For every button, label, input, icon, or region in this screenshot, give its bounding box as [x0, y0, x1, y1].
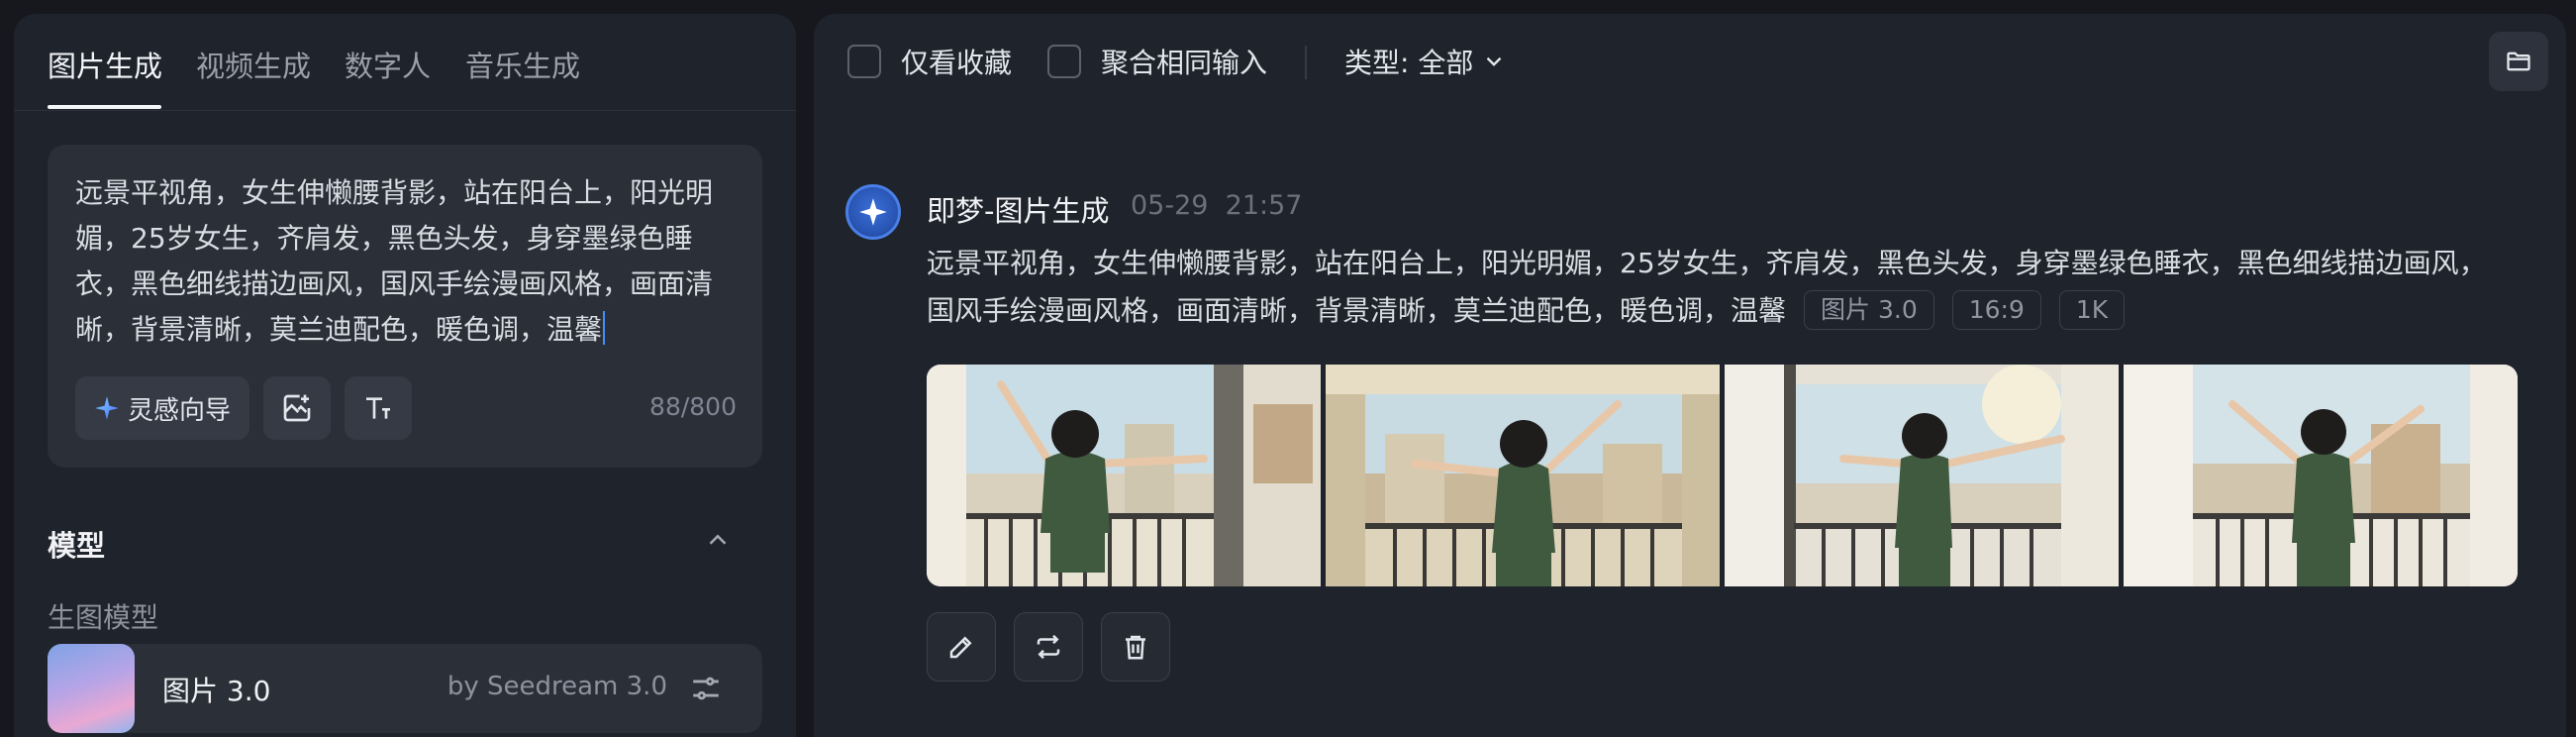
model-provider: by Seedream 3.0 — [446, 672, 667, 701]
generation-prompt-text: 远景平视角，女生伸懒腰背影，站在阳台上，阳光明媚，25岁女生，齐肩发，黑色头发，… — [927, 247, 2487, 327]
girl-balcony-illustration — [927, 365, 1321, 586]
character-count: 88/800 — [649, 392, 737, 421]
edit-button[interactable] — [927, 612, 996, 682]
chevron-down-icon — [1487, 56, 1502, 66]
girl-balcony-illustration — [2124, 365, 2518, 586]
repeat-icon — [1037, 634, 1060, 660]
jimeng-avatar — [845, 184, 901, 240]
generated-image-2[interactable] — [1326, 365, 1720, 586]
left-panel: 图片生成 视频生成 数字人 音乐生成 远景平视角，女生伸懒腰背影，站在阳台上，阳… — [14, 14, 796, 737]
folder-icon — [2507, 52, 2530, 71]
inspiration-guide-button[interactable]: 灵感向导 — [75, 376, 249, 440]
text-format-icon — [366, 397, 390, 419]
generated-images — [927, 365, 2518, 586]
prompt-textarea[interactable]: 远景平视角，女生伸懒腰背影，站在阳台上，阳光明媚，25岁女生，齐肩发，黑色头发，… — [75, 170, 739, 353]
star-logo-icon — [859, 198, 887, 226]
generation-date: 05-29 — [1131, 190, 1209, 221]
model-name: 图片 3.0 — [162, 675, 271, 707]
favorites-checkbox[interactable] — [847, 45, 881, 78]
generation-type-tabs: 图片生成 视频生成 数字人 音乐生成 — [14, 14, 796, 111]
image-model-label: 生图模型 — [48, 601, 159, 634]
model-selector-card[interactable]: 图片 3.0 by Seedream 3.0 — [48, 644, 762, 733]
generated-image-4[interactable] — [2124, 365, 2518, 586]
regenerate-button[interactable] — [1014, 612, 1083, 682]
text-caret — [603, 311, 606, 345]
tab-image-generation[interactable]: 图片生成 — [48, 44, 162, 85]
prompt-text: 远景平视角，女生伸懒腰背影，站在阳台上，阳光明媚，25岁女生，齐肩发，黑色头发，… — [75, 176, 714, 346]
sparkle-icon — [95, 396, 119, 420]
app-root: 图片生成 视频生成 数字人 音乐生成 远景平视角，女生伸懒腰背影，站在阳台上，阳… — [0, 0, 2576, 737]
inspiration-guide-label: 灵感向导 — [127, 395, 231, 426]
girl-balcony-illustration — [1725, 365, 2119, 586]
generation-prompt: 远景平视角，女生伸懒腰背影，站在阳台上，阳光明媚，25岁女生，齐肩发，黑色头发，… — [927, 240, 2491, 335]
delete-button[interactable] — [1101, 612, 1170, 682]
resolution-tag: 1K — [2058, 290, 2126, 330]
active-tab-indicator — [48, 105, 161, 109]
favorites-label: 仅看收藏 — [901, 47, 1013, 79]
generation-time: 21:57 — [1225, 190, 1303, 221]
trash-icon — [1126, 635, 1145, 660]
text-style-button[interactable] — [345, 376, 412, 440]
type-filter-label: 类型: 全部 — [1344, 47, 1474, 79]
model-section-title: 模型 — [48, 529, 106, 563]
image-add-icon — [283, 394, 311, 422]
model-thumbnail — [48, 644, 135, 733]
ratio-tag: 16:9 — [1951, 290, 2041, 330]
chevron-up-icon[interactable] — [703, 525, 733, 555]
tab-video-generation[interactable]: 视频生成 — [196, 44, 311, 85]
prompt-input-box[interactable]: 远景平视角，女生伸懒腰背影，站在阳台上，阳光明媚，25岁女生，齐肩发，黑色头发，… — [48, 145, 762, 468]
favorites-only-toggle[interactable]: 仅看收藏 — [847, 42, 1012, 81]
generation-timestamp: 05-29 21:57 — [1131, 190, 1302, 221]
tab-digital-human[interactable]: 数字人 — [345, 44, 431, 85]
generated-image-1[interactable] — [927, 365, 1321, 586]
filter-divider — [1305, 46, 1307, 79]
tab-music-generation[interactable]: 音乐生成 — [465, 44, 580, 85]
merge-same-input-toggle[interactable]: 聚合相同输入 — [1047, 42, 1267, 81]
folder-button[interactable] — [2489, 32, 2548, 91]
add-reference-image-button[interactable] — [263, 376, 331, 440]
pencil-icon — [949, 636, 972, 659]
model-tag: 图片 3.0 — [1804, 290, 1934, 330]
merge-label: 聚合相同输入 — [1101, 47, 1268, 79]
generated-image-3[interactable] — [1725, 365, 2119, 586]
sliders-icon[interactable] — [689, 672, 723, 705]
girl-balcony-illustration — [1326, 365, 1720, 586]
right-panel: 仅看收藏 聚合相同输入 类型: 全部 即梦-图片生成 05-29 21:57 远… — [814, 14, 2566, 737]
merge-checkbox[interactable] — [1047, 45, 1081, 78]
generation-title: 即梦-图片生成 — [927, 194, 1110, 228]
type-filter-dropdown[interactable]: 类型: 全部 — [1344, 42, 1507, 81]
